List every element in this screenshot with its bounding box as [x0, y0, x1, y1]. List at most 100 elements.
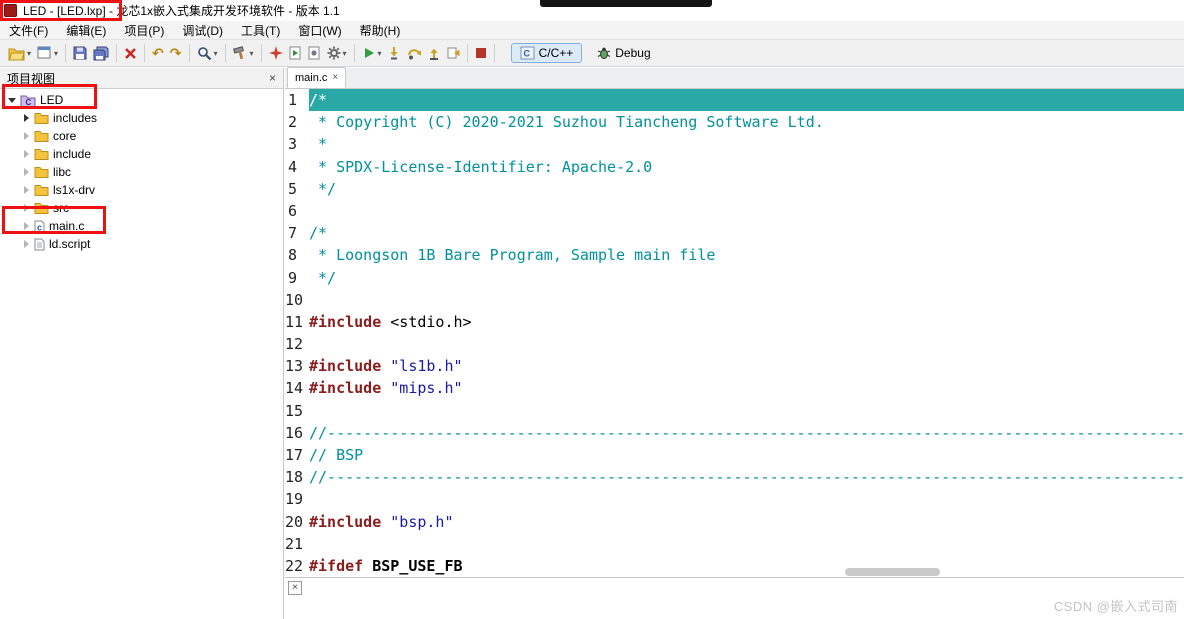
code-text: *: [309, 135, 328, 154]
code-line-18[interactable]: 18 //------------------------------------…: [285, 466, 1184, 488]
tree-expand-arrow-icon[interactable]: [20, 148, 32, 160]
folder-icon: [34, 184, 49, 196]
line-number: 19: [285, 490, 304, 509]
tree-item-LED[interactable]: C LED: [0, 91, 283, 109]
run-config-button[interactable]: [286, 42, 305, 64]
menu-item-4[interactable]: 调试(D): [173, 21, 232, 39]
code-line-17[interactable]: 17 // BSP: [285, 444, 1184, 466]
svg-text:c: c: [37, 222, 42, 232]
dropdown-arrow-icon[interactable]: ▾: [343, 49, 347, 58]
delete-button[interactable]: [121, 42, 140, 64]
search-button[interactable]: ▾: [194, 42, 221, 64]
run-button[interactable]: ▾: [359, 42, 385, 64]
tree-expand-arrow-icon[interactable]: [20, 202, 32, 214]
tree-item-core[interactable]: core: [0, 127, 283, 145]
tree-expand-arrow-icon[interactable]: [20, 238, 32, 250]
watermark-text: CSDN @嵌入式司南: [1053, 599, 1178, 614]
code-text: /*: [309, 224, 328, 243]
code-line-1[interactable]: 1 /*: [285, 89, 1184, 112]
code-line-3[interactable]: 3 *: [285, 133, 1184, 155]
tree-item-label: ls1x-drv: [53, 183, 96, 197]
code-line-12[interactable]: 12: [285, 333, 1184, 355]
code-line-19[interactable]: 19: [285, 488, 1184, 510]
code-line-16[interactable]: 16 //------------------------------------…: [285, 422, 1184, 444]
menu-item-3[interactable]: 项目(P): [115, 21, 173, 39]
tree-item-libc[interactable]: libc: [0, 163, 283, 181]
instruction-step-button[interactable]: [444, 42, 463, 64]
dropdown-arrow-icon[interactable]: ▾: [214, 49, 218, 58]
menu-item-5[interactable]: 工具(T): [232, 21, 289, 39]
tool-config-button[interactable]: [305, 42, 324, 64]
menu-item-1[interactable]: 文件(F): [0, 21, 57, 39]
code-line-15[interactable]: 15: [285, 400, 1184, 422]
redo-button[interactable]: ↷: [167, 42, 185, 64]
tree-expand-arrow-icon[interactable]: [20, 220, 32, 232]
undo-button[interactable]: ↶: [149, 42, 167, 64]
tree-item-label: src: [53, 201, 69, 215]
tree-item-ls1x-drv[interactable]: ls1x-drv: [0, 181, 283, 199]
code-line-8[interactable]: 8 * Loongson 1B Bare Program, Sample mai…: [285, 244, 1184, 266]
dropdown-arrow-icon[interactable]: ▾: [54, 49, 58, 58]
dropdown-arrow-icon[interactable]: ▾: [250, 49, 254, 58]
code-text: #include "ls1b.h": [309, 357, 463, 376]
external-tools-button[interactable]: ▾: [324, 42, 350, 64]
horizontal-scrollbar-thumb[interactable]: [845, 568, 940, 576]
dropdown-arrow-icon[interactable]: ▾: [27, 49, 31, 58]
debug-flash-button[interactable]: [266, 42, 286, 64]
build-button[interactable]: ▾: [230, 42, 257, 64]
stop-button[interactable]: [472, 42, 490, 64]
tree-item-include[interactable]: include: [0, 145, 283, 163]
tree-expand-arrow-icon[interactable]: [20, 166, 32, 178]
project-view-header: 项目视图 ×: [0, 68, 283, 89]
line-number: 18: [285, 468, 304, 487]
code-editor[interactable]: 1/* 2 * Copyright (C) 2020-2021 Suzhou Ti…: [285, 89, 1184, 577]
tree-item-includes[interactable]: includes: [0, 109, 283, 127]
perspective-cc-button[interactable]: C C/C++: [510, 43, 583, 63]
code-line-5[interactable]: 5 */: [285, 178, 1184, 200]
save-all-button[interactable]: [90, 42, 112, 64]
open-button[interactable]: ▾: [5, 42, 34, 64]
new-button[interactable]: ▾: [34, 42, 61, 64]
tree-expand-arrow-icon[interactable]: [20, 184, 32, 196]
step-over-button[interactable]: [404, 42, 425, 64]
code-line-7[interactable]: 7 /*: [285, 222, 1184, 244]
tree-item-ld.script[interactable]: ld.script: [0, 235, 283, 253]
code-line-14[interactable]: 14 #include "mips.h": [285, 377, 1184, 399]
code-line-13[interactable]: 13 #include "ls1b.h": [285, 355, 1184, 377]
code-line-6[interactable]: 6: [285, 200, 1184, 222]
code-line-21[interactable]: 21: [285, 533, 1184, 555]
toolbar: ▾ ▾ ↶ ↷ ▾ ▾ ▾ ▾ C C/C++ Debug: [0, 40, 1184, 67]
code-text: */: [309, 268, 337, 287]
tree-expand-arrow-icon[interactable]: [20, 130, 32, 142]
line-number: 17: [285, 446, 304, 464]
tab-main-c[interactable]: main.c ×: [287, 67, 347, 88]
step-return-button[interactable]: [425, 42, 444, 64]
tree-item-main.c[interactable]: c main.c: [0, 217, 283, 235]
code-text: * Loongson 1B Bare Program, Sample main …: [309, 246, 716, 265]
tree-item-src[interactable]: src: [0, 199, 283, 217]
code-line-9[interactable]: 9 */: [285, 267, 1184, 289]
perspective-debug-button[interactable]: Debug: [588, 43, 659, 63]
code-line-22[interactable]: 22 #ifdef BSP_USE_FB: [285, 555, 1184, 577]
menu-item-7[interactable]: 帮助(H): [351, 21, 410, 39]
tab-close-icon[interactable]: ×: [332, 72, 338, 83]
step-into-button[interactable]: [385, 42, 404, 64]
code-line-2[interactable]: 2 * Copyright (C) 2020-2021 Suzhou Tianc…: [285, 111, 1184, 133]
code-line-10[interactable]: 10: [285, 289, 1184, 311]
dropdown-arrow-icon[interactable]: ▾: [378, 49, 382, 58]
menu-item-2[interactable]: 编辑(E): [57, 21, 115, 39]
code-line-11[interactable]: 11 #include <stdio.h>: [285, 311, 1184, 333]
menu-item-6[interactable]: 窗口(W): [289, 21, 350, 39]
bottom-panel-close-button[interactable]: ×: [288, 581, 302, 595]
line-number: 14: [285, 379, 304, 398]
panel-close-button[interactable]: ×: [269, 71, 276, 85]
save-button[interactable]: [70, 42, 90, 64]
tree-expand-arrow-icon[interactable]: [6, 94, 18, 106]
tree-expand-arrow-icon[interactable]: [20, 112, 32, 124]
code-line-20[interactable]: 20 #include "bsp.h": [285, 511, 1184, 533]
code-line-4[interactable]: 4 * SPDX-License-Identifier: Apache-2.0: [285, 156, 1184, 178]
i-step-icon: [447, 46, 460, 60]
